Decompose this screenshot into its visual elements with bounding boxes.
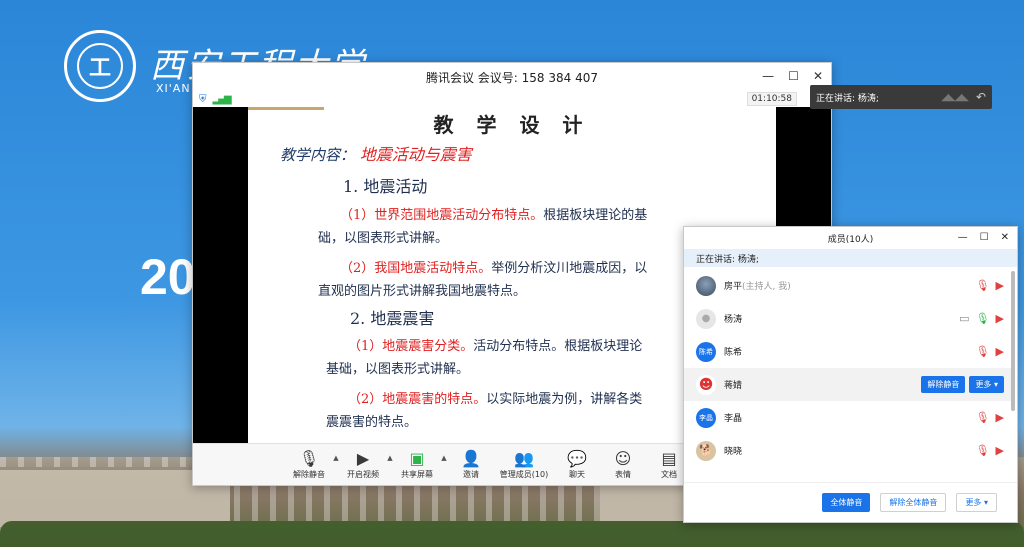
share-screen-button[interactable]: ▣ 共享屏幕 xyxy=(394,449,440,480)
unmute-all-button[interactable]: 解除全体静音 xyxy=(880,493,947,512)
camera-off-icon[interactable]: ▶ xyxy=(996,312,1004,325)
members-more-button[interactable]: 更多 ▾ xyxy=(956,493,997,512)
members-icon: 👥 xyxy=(514,449,534,468)
unmute-button[interactable]: 🎙 解除静音 xyxy=(286,449,332,480)
member-row[interactable]: ☻ 蒋婧 解除静音 更多 ▾ xyxy=(684,368,1012,401)
avatar xyxy=(696,275,716,296)
university-logo: 工 xyxy=(64,30,136,102)
members-maximize-icon[interactable]: ☐ xyxy=(980,232,989,243)
audio-wave-icon: ◢◣◢◣ xyxy=(941,91,969,103)
add-user-icon: 👤 xyxy=(461,449,481,468)
maximize-icon[interactable]: ☐ xyxy=(788,69,799,83)
slide-point-3: （1）地震震害分类。活动分布特点。根据板块理论 xyxy=(348,339,643,354)
avatar: ● xyxy=(696,308,716,329)
video-options-caret[interactable]: ▲ xyxy=(386,454,394,462)
mic-muted-icon: 🎙 xyxy=(298,449,320,468)
speaking-text: 正在讲话: 杨涛; xyxy=(816,93,879,104)
members-minimize-icon[interactable]: — xyxy=(958,232,968,243)
avatar: 陈希 xyxy=(696,341,716,362)
slide-point-4-cont: 震震害的特点。 xyxy=(326,415,418,430)
chat-button[interactable]: 💬 聊天 xyxy=(554,449,600,480)
emoji-button[interactable]: ☺ 表情 xyxy=(600,449,646,480)
member-row[interactable]: 🐕 晓晓 🎙 ▶ xyxy=(684,434,1012,467)
audio-options-caret[interactable]: ▲ xyxy=(332,454,340,462)
members-titlebar: 成员(10人) — ☐ ✕ xyxy=(684,227,1017,249)
share-options-caret[interactable]: ▲ xyxy=(440,454,448,462)
meeting-timer: 01:10:58 xyxy=(746,92,797,106)
member-row[interactable]: 陈希 陈希 🎙 ▶ xyxy=(684,335,1012,368)
invite-button[interactable]: 👤 邀请 xyxy=(448,449,494,480)
slide-point-4: （2）地震震害的特点。以实际地震为例，讲解各类 xyxy=(348,392,643,407)
meeting-titlebar: 腾讯会议 会议号: 158 384 407 — ☐ ✕ xyxy=(193,63,831,91)
mic-muted-icon[interactable]: 🎙 xyxy=(976,279,990,292)
camera-off-icon[interactable]: ▶ xyxy=(996,411,1004,424)
members-footer: 全体静音 解除全体静音 更多 ▾ xyxy=(684,482,1017,522)
camera-off-icon[interactable]: ▶ xyxy=(996,279,1004,292)
meeting-infobar: ⛨ ▂▄▆ xyxy=(193,91,831,107)
shield-icon[interactable]: ⛨ xyxy=(199,94,207,105)
signal-icon[interactable]: ▂▄▆ xyxy=(213,94,232,105)
camera-off-icon[interactable]: ▶ xyxy=(996,444,1004,457)
member-more-button[interactable]: 更多 ▾ xyxy=(969,376,1004,393)
members-scrollbar[interactable] xyxy=(1011,271,1015,411)
camera-off-icon[interactable]: ▶ xyxy=(996,345,1004,358)
document-icon: ▤ xyxy=(661,449,677,468)
members-title: 成员(10人) xyxy=(827,234,874,245)
slide-section-1: 1. 地震活动 xyxy=(343,177,428,196)
slide-point-3-cont: 基础，以图表形式讲解。 xyxy=(326,362,470,377)
slide-heading: 教 学 设 计 xyxy=(433,113,591,137)
slide-topic: 教学内容： 地震活动与震害 xyxy=(280,145,472,164)
meeting-title: 腾讯会议 会议号: 158 384 407 xyxy=(425,70,598,85)
background-year: 20 xyxy=(140,249,196,305)
slide-point-1: （1）世界范围地震活动分布特点。根据板块理论的基 xyxy=(340,208,648,223)
member-row[interactable]: ● 杨涛 ▭ 🎙 ▶ xyxy=(684,302,1012,335)
speaking-indicator: 正在讲话: 杨涛; ◢◣◢◣ ↶ xyxy=(810,85,992,109)
mic-on-icon[interactable]: 🎙 xyxy=(976,312,990,325)
avatar: ☻ xyxy=(696,374,716,395)
members-close-icon[interactable]: ✕ xyxy=(1001,232,1009,243)
members-panel: 成员(10人) — ☐ ✕ 正在讲话: 杨涛; 房平(主持人, 我) 🎙 ▶ ● … xyxy=(683,226,1018,523)
mic-muted-icon[interactable]: 🎙 xyxy=(976,444,990,457)
members-speaking: 正在讲话: 杨涛; xyxy=(684,249,1017,267)
mic-muted-icon[interactable]: 🎙 xyxy=(976,411,990,424)
emoji-icon: ☺ xyxy=(614,449,632,468)
member-row[interactable]: 房平(主持人, 我) 🎙 ▶ xyxy=(684,269,1012,302)
slide-point-2-cont: 直观的图片形式讲解我国地震特点。 xyxy=(318,284,527,299)
slide-point-2: （2）我国地震活动特点。举例分析汶川地震成因，以 xyxy=(340,261,648,276)
slide-point-1-cont: 础，以图表形式讲解。 xyxy=(318,231,449,246)
manage-members-button[interactable]: 👥 管理成员(10) xyxy=(494,449,554,480)
video-button[interactable]: ▶ 开启视频 xyxy=(340,449,386,480)
screen-share-icon: ▭ xyxy=(959,312,970,325)
close-icon[interactable]: ✕ xyxy=(813,69,823,83)
return-icon[interactable]: ↶ xyxy=(976,90,986,104)
share-screen-icon: ▣ xyxy=(409,449,425,468)
chat-icon: 💬 xyxy=(567,449,587,468)
avatar: 🐕 xyxy=(696,440,716,461)
member-row[interactable]: 李晶 李晶 🎙 ▶ xyxy=(684,401,1012,434)
member-unmute-button[interactable]: 解除静音 xyxy=(921,376,966,393)
camera-off-icon: ▶ xyxy=(356,449,370,468)
minimize-icon[interactable]: — xyxy=(762,69,774,83)
mute-all-button[interactable]: 全体静音 xyxy=(822,493,871,512)
slide-section-2: 2. 地震震害 xyxy=(350,309,435,328)
members-list: 房平(主持人, 我) 🎙 ▶ ● 杨涛 ▭ 🎙 ▶ 陈希 陈希 🎙 ▶ ☻ 蒋婧 解除静… xyxy=(684,269,1012,479)
mic-muted-icon[interactable]: 🎙 xyxy=(976,345,990,358)
avatar: 李晶 xyxy=(696,407,716,428)
